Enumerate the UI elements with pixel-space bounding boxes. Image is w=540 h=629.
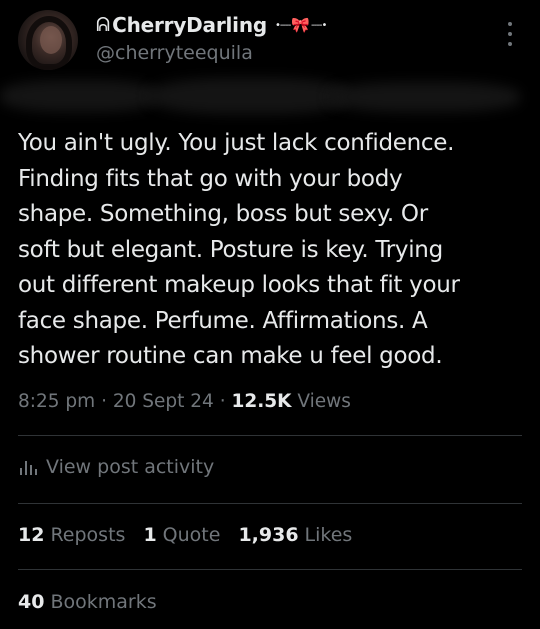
more-dot <box>508 32 512 36</box>
avatar-face <box>40 26 62 54</box>
bookmarks-count: 40 <box>18 591 45 613</box>
engagement-stats: 12 Reposts 1 Quote 1,936 Likes <box>18 524 370 546</box>
likes-label: Likes <box>304 524 353 546</box>
redaction-smudge <box>0 80 160 112</box>
tweet-date[interactable]: 20 Sept 24 <box>113 391 214 412</box>
quotes-stat[interactable]: 1 Quote <box>143 524 220 546</box>
divider <box>18 435 522 436</box>
user-handle[interactable]: @cherryteequila <box>96 42 253 64</box>
tweet-line: You ain't ugly. You just lack confidence… <box>18 130 455 156</box>
tweet-line: Finding fits that go with your body <box>18 165 403 192</box>
bar-chart-icon <box>20 461 37 475</box>
bow-icon: •---- 🎀 ----• <box>274 16 327 34</box>
tweet-line: soft but elegant. Posture is key. Trying <box>18 236 443 263</box>
more-dot <box>508 42 512 46</box>
bookmarks-stat[interactable]: 40 Bookmarks <box>18 591 157 613</box>
tweet-line: shower routine can make u feel good. <box>18 343 443 369</box>
display-name-row[interactable]: ᕱ CherryDarling •---- 🎀 ----• <box>96 12 327 38</box>
reposts-count: 12 <box>18 524 45 546</box>
more-vertical-icon[interactable] <box>503 22 517 46</box>
view-activity-label: View post activity <box>46 456 215 478</box>
redaction-smudge <box>330 82 520 112</box>
meta-separator: · <box>219 391 232 412</box>
avatar[interactable] <box>18 10 78 70</box>
meta-separator: · <box>101 391 113 412</box>
name-prefix-glyph: ᕱ <box>96 14 111 36</box>
tweet-header: ᕱ CherryDarling •---- 🎀 ----• @cherryteequ… <box>0 0 540 80</box>
bookmarks-label: Bookmarks <box>50 591 157 613</box>
tweet-body: You ain't ugly. You just lack confidence… <box>18 126 528 375</box>
likes-stat[interactable]: 1,936 Likes <box>238 524 352 546</box>
views-count: 12.5K <box>231 391 292 412</box>
quotes-count: 1 <box>143 524 157 546</box>
reposts-stat[interactable]: 12 Reposts <box>18 524 125 546</box>
view-activity-link[interactable]: View post activity <box>18 456 214 478</box>
divider <box>18 569 522 570</box>
likes-count: 1,936 <box>238 524 299 546</box>
tweet-line: out different makeup looks that fit your <box>18 272 460 298</box>
more-dot <box>508 22 512 26</box>
tweet-line: face shape. Perfume. Affirmations. A <box>18 307 428 334</box>
tweet-meta: 8:25 pm · 20 Sept 24 · 12.5K Views <box>18 391 351 412</box>
divider <box>18 503 522 504</box>
views-label: Views <box>297 391 351 412</box>
quotes-label: Quote <box>162 524 221 546</box>
display-name[interactable]: CherryDarling <box>112 13 267 37</box>
tweet-line: shape. Something, boss but sexy. Or <box>18 201 428 227</box>
tweet-time[interactable]: 8:25 pm <box>18 391 95 412</box>
reposts-label: Reposts <box>50 524 126 546</box>
redaction-smudge <box>150 78 350 114</box>
